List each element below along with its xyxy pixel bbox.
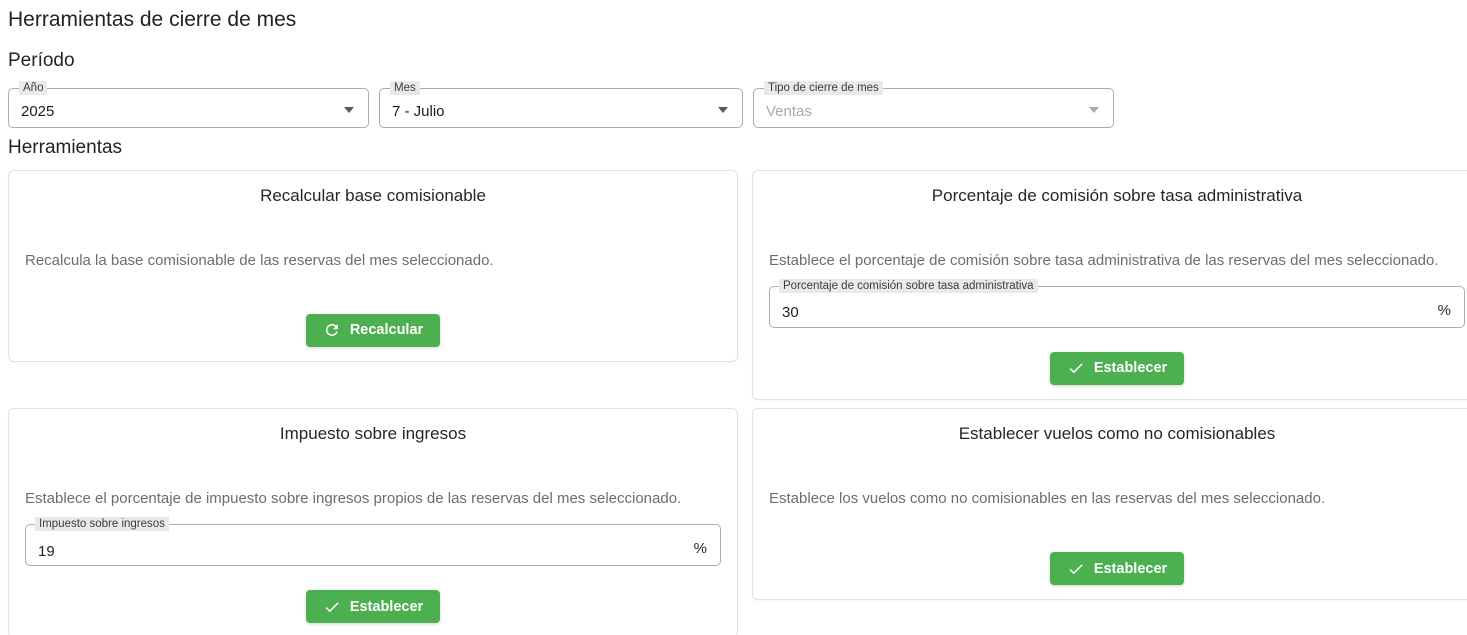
year-select-value: 2025 <box>21 103 54 120</box>
button-row: Recalcular <box>25 314 721 347</box>
check-icon <box>323 598 341 616</box>
income-tax-field-label: Impuesto sobre ingresos <box>35 517 169 531</box>
card-title: Porcentaje de comisión sobre tasa admini… <box>769 186 1465 206</box>
button-row: Establecer <box>769 552 1465 585</box>
card-title: Establecer vuelos como no comisionables <box>769 424 1465 444</box>
chevron-down-icon <box>1089 107 1099 113</box>
percent-suffix: % <box>694 540 707 557</box>
card-description: Recalcula la base comisionable de las re… <box>25 250 721 272</box>
card-porcentaje-comision-tasa-administrativa: Porcentaje de comisión sobre tasa admini… <box>752 170 1467 400</box>
check-icon <box>1067 560 1085 578</box>
establecer-flights-button[interactable]: Establecer <box>1050 552 1184 585</box>
card-description: Establece el porcentaje de impuesto sobr… <box>25 488 721 510</box>
month-close-tools-page: Herramientas de cierre de mes Período Añ… <box>0 0 1467 635</box>
establecer-tax-button[interactable]: Establecer <box>306 590 440 623</box>
refresh-icon <box>323 321 341 339</box>
chevron-down-icon <box>718 107 728 113</box>
commission-percentage-field-label: Porcentaje de comisión sobre tasa admini… <box>779 279 1038 293</box>
period-selects-row: Año 2025 Mes 7 - Julio Tipo de cierre de… <box>8 88 1459 128</box>
establecer-button-label: Establecer <box>1094 561 1167 577</box>
recalcular-button-label: Recalcular <box>350 322 423 338</box>
month-select-label: Mes <box>390 81 420 95</box>
period-heading: Período <box>8 50 1459 73</box>
chevron-down-icon <box>344 107 354 113</box>
close-type-select: Tipo de cierre de mes Ventas <box>753 88 1114 128</box>
month-select[interactable]: Mes 7 - Julio <box>379 88 743 128</box>
income-tax-input[interactable] <box>26 525 720 565</box>
year-select-label: Año <box>19 81 47 95</box>
percent-suffix: % <box>1438 302 1451 319</box>
card-title: Recalcular base comisionable <box>25 186 721 206</box>
establecer-commission-button[interactable]: Establecer <box>1050 352 1184 385</box>
button-row: Establecer <box>769 352 1465 385</box>
recalcular-button[interactable]: Recalcular <box>306 314 440 347</box>
card-recalcular-base-comisionable: Recalcular base comisionable Recalcula l… <box>8 170 738 362</box>
income-tax-field-wrapper: Impuesto sobre ingresos % <box>25 524 721 566</box>
commission-percentage-field-wrapper: Porcentaje de comisión sobre tasa admini… <box>769 286 1465 328</box>
page-title: Herramientas de cierre de mes <box>8 8 1459 32</box>
establecer-button-label: Establecer <box>1094 360 1167 376</box>
year-select[interactable]: Año 2025 <box>8 88 369 128</box>
card-description: Establece los vuelos como no comisionabl… <box>769 488 1465 510</box>
close-type-select-label: Tipo de cierre de mes <box>764 81 883 95</box>
month-select-value: 7 - Julio <box>392 103 445 120</box>
check-icon <box>1067 359 1085 377</box>
card-vuelos-no-comisionables: Establecer vuelos como no comisionables … <box>752 408 1467 600</box>
establecer-button-label: Establecer <box>350 599 423 615</box>
card-title: Impuesto sobre ingresos <box>25 424 721 444</box>
commission-percentage-input[interactable] <box>770 287 1464 327</box>
card-impuesto-sobre-ingresos: Impuesto sobre ingresos Establece el por… <box>8 408 738 635</box>
card-description: Establece el porcentaje de comisión sobr… <box>769 250 1465 272</box>
tools-cards-grid: Recalcular base comisionable Recalcula l… <box>8 170 1459 635</box>
button-row: Establecer <box>25 590 721 623</box>
close-type-select-value: Ventas <box>766 103 812 120</box>
tools-heading: Herramientas <box>8 137 1459 160</box>
